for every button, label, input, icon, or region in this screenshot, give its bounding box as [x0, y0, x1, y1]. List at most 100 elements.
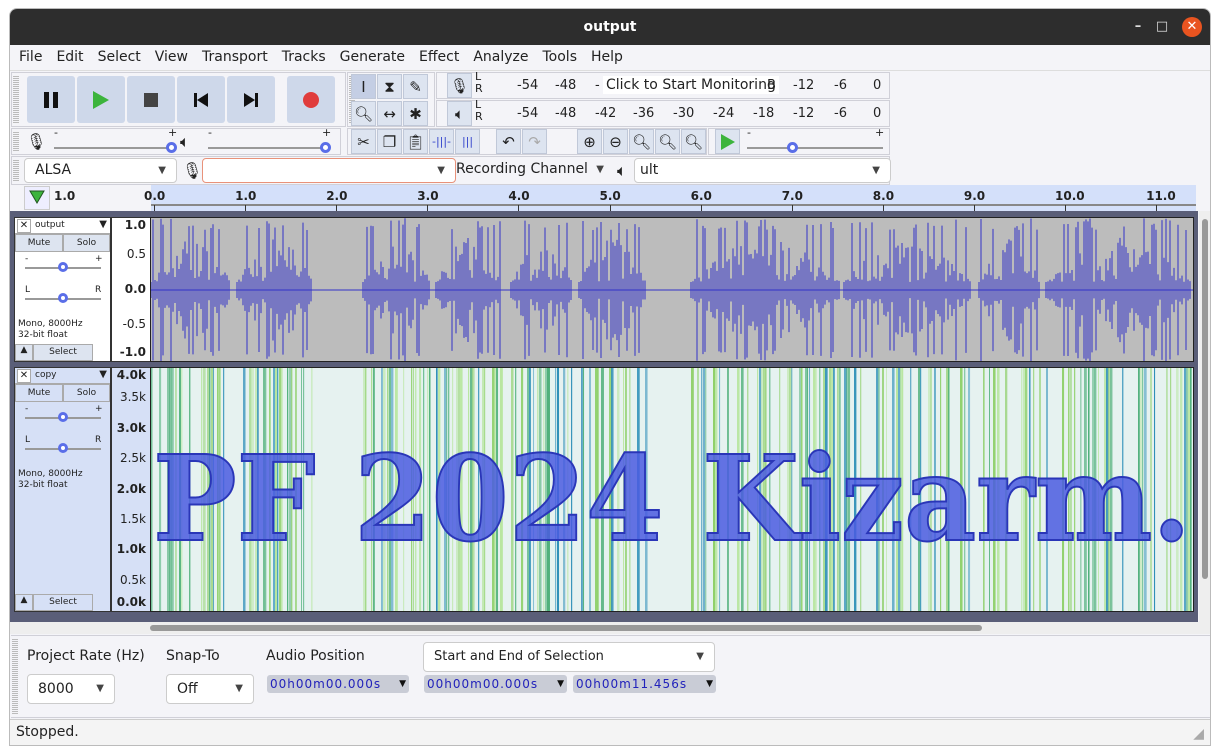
- paste-icon[interactable]: 📋︎: [403, 129, 428, 154]
- track-name-bar[interactable]: ✕ output ▼: [15, 218, 110, 234]
- scale-label: 2.0k: [116, 482, 146, 496]
- recording-volume-slider[interactable]: [54, 139, 177, 153]
- mute-button[interactable]: Mute: [15, 234, 63, 252]
- selection-mode-select[interactable]: Start and End of Selection ▼: [423, 642, 715, 672]
- multi-tool-icon[interactable]: ✱: [403, 101, 428, 126]
- close-icon[interactable]: ✕: [1182, 17, 1202, 37]
- play-button[interactable]: [77, 76, 125, 123]
- vertical-scrollbar[interactable]: [1199, 211, 1210, 631]
- audio-position-clock[interactable]: 00h00m00.000s ▼: [267, 675, 409, 693]
- track-menu-chevron-icon[interactable]: ▼: [99, 369, 107, 380]
- solo-button[interactable]: Solo: [63, 384, 110, 402]
- playback-device-select[interactable]: ult ▼: [634, 158, 891, 183]
- draw-tool-icon[interactable]: ✎: [403, 74, 428, 99]
- menu-analyze[interactable]: Analyze: [466, 45, 535, 70]
- gain-slider[interactable]: [25, 409, 101, 422]
- menu-file[interactable]: File: [12, 45, 49, 70]
- ruler-tick-label: 3.0: [417, 189, 439, 203]
- timeline-ruler[interactable]: 1.0 0.0 1.0 2.0 3.0 4.0 5.0 6.0 7.0 8.0 9.0 10.0 11…: [10, 185, 1210, 211]
- maximize-icon[interactable]: □: [1152, 17, 1172, 37]
- silence-icon[interactable]: |||: [455, 129, 480, 154]
- pan-slider[interactable]: [25, 440, 101, 453]
- mute-button[interactable]: Mute: [15, 384, 63, 402]
- scrollbar-thumb[interactable]: [150, 625, 982, 631]
- horizontal-scrollbar[interactable]: [10, 622, 1210, 634]
- toolbar-grip[interactable]: [13, 75, 19, 124]
- selection-end-clock[interactable]: 00h00m11.456s ▼: [573, 675, 716, 693]
- playback-meter-speaker-icon[interactable]: 🔈︎: [447, 101, 472, 126]
- pan-slider[interactable]: [25, 290, 101, 303]
- project-rate-select[interactable]: 8000 ▼: [27, 674, 115, 704]
- undo-icon[interactable]: ↶: [496, 129, 521, 154]
- menu-effect[interactable]: Effect: [412, 45, 466, 70]
- audio-host-select[interactable]: ALSA ▼: [24, 158, 177, 183]
- record-meter-mic-icon[interactable]: 🎙︎: [447, 73, 472, 98]
- scale-label: 1.5k: [119, 512, 146, 526]
- playback-speed-slider[interactable]: [747, 139, 883, 153]
- select-track-button[interactable]: Select: [33, 594, 93, 611]
- status-text: Stopped.: [16, 724, 79, 740]
- menu-generate[interactable]: Generate: [333, 45, 412, 70]
- play-at-speed-button[interactable]: [715, 129, 740, 154]
- spectrogram-view[interactable]: PF 2024 Kizarm.: [150, 367, 1194, 612]
- fit-selection-icon[interactable]: 🔍︎: [629, 129, 654, 154]
- record-icon: [303, 91, 319, 108]
- recording-device-select[interactable]: ▼: [202, 158, 456, 183]
- close-track-icon[interactable]: ✕: [17, 369, 31, 383]
- zoom-out-icon[interactable]: ⊖: [603, 129, 628, 154]
- trim-icon[interactable]: -|||-: [429, 129, 454, 154]
- pause-button[interactable]: [27, 76, 75, 123]
- menu-help[interactable]: Help: [584, 45, 630, 70]
- selection-start-clock[interactable]: 00h00m00.000s ▼: [424, 675, 567, 693]
- stop-button[interactable]: [127, 76, 175, 123]
- copy-icon[interactable]: ❐: [377, 129, 402, 154]
- solo-button[interactable]: Solo: [63, 234, 110, 252]
- minimize-icon[interactable]: –: [1128, 17, 1148, 37]
- collapse-track-icon[interactable]: ▲: [15, 344, 33, 361]
- snap-to-select[interactable]: Off ▼: [166, 674, 254, 704]
- audio-position-label: Audio Position: [266, 648, 365, 664]
- collapse-track-icon[interactable]: ▲: [15, 594, 33, 611]
- gain-slider[interactable]: [25, 259, 101, 272]
- menu-edit[interactable]: Edit: [49, 45, 90, 70]
- snap-to-label: Snap-To: [166, 648, 220, 664]
- triangle-down-icon: [29, 190, 45, 204]
- zoom-tool-icon[interactable]: 🔍︎: [351, 101, 376, 126]
- menu-transport[interactable]: Transport: [195, 45, 275, 70]
- envelope-tool-icon[interactable]: ⧗: [377, 74, 402, 99]
- close-track-icon[interactable]: ✕: [17, 219, 31, 233]
- zoom-in-icon[interactable]: ⊕: [577, 129, 602, 154]
- cut-icon[interactable]: ✂: [351, 129, 376, 154]
- meter-tick: -: [595, 78, 600, 93]
- selection-tool-icon[interactable]: I: [351, 74, 376, 99]
- zoom-toggle-icon[interactable]: 🔍︎: [681, 129, 706, 154]
- track-name-bar[interactable]: ✕ copy ▼: [15, 368, 110, 384]
- playback-volume-slider[interactable]: [208, 139, 331, 153]
- scrollbar-thumb[interactable]: [1202, 219, 1208, 579]
- record-button[interactable]: [287, 76, 335, 123]
- fit-project-icon[interactable]: 🔍︎: [655, 129, 680, 154]
- start-monitoring-button[interactable]: Click to Start Monitoring: [603, 76, 779, 94]
- scale-label: 3.5k: [119, 390, 146, 404]
- tools-toolbar: I ⧗ ✎ 🔍︎ ↔ ✱: [347, 72, 435, 127]
- track-control-panel: ✕ copy ▼ Mute Solo - + LR Mono, 8000Hz 32-b…: [14, 367, 111, 612]
- menu-select[interactable]: Select: [91, 45, 148, 70]
- menu-tracks[interactable]: Tracks: [275, 45, 333, 70]
- timeline-options-button[interactable]: [24, 186, 50, 210]
- menu-tools[interactable]: Tools: [536, 45, 585, 70]
- skip-to-end-button[interactable]: [227, 76, 275, 123]
- resize-grip-icon[interactable]: ◢: [1193, 726, 1204, 742]
- spectrogram-text: PF 2024 Kizarm.: [153, 429, 1191, 568]
- menu-view[interactable]: View: [148, 45, 195, 70]
- waveform-view[interactable]: [150, 217, 1194, 362]
- select-track-button[interactable]: Select: [33, 344, 93, 361]
- label-r: R: [475, 110, 483, 123]
- track-bit-depth: 32-bit float: [18, 330, 68, 340]
- timeshift-tool-icon[interactable]: ↔: [377, 101, 402, 126]
- recording-channel-select[interactable]: Recording Channel ▼: [456, 158, 614, 183]
- vertical-scrollbar[interactable]: [1210, 215, 1211, 615]
- skip-to-start-button[interactable]: [177, 76, 225, 123]
- track-menu-chevron-icon[interactable]: ▼: [99, 219, 107, 230]
- redo-icon[interactable]: ↷: [522, 129, 547, 154]
- record-meter-toolbar: 🎙︎ LR -54 -48 - Click to Start Monitorin…: [436, 71, 890, 99]
